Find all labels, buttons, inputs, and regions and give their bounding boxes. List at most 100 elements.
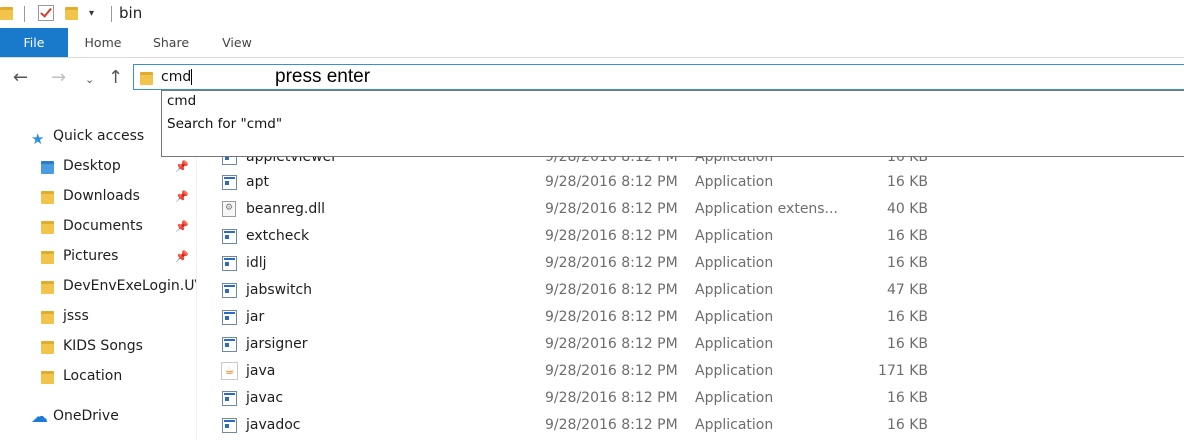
file-row[interactable]: jar 9/28/2016 8:12 PM Application 16 KB <box>218 305 1184 332</box>
pictures-folder-icon <box>41 251 54 264</box>
address-suggestions: cmd Search for "cmd" <box>161 90 1184 157</box>
application-icon <box>222 391 237 406</box>
file-size: 171 KB <box>878 363 928 379</box>
file-size: 16 KB <box>886 174 928 190</box>
nav-onedrive[interactable]: ☁ OneDrive <box>31 404 196 428</box>
new-folder-icon[interactable] <box>65 7 78 20</box>
documents-folder-icon <box>41 221 54 234</box>
application-icon <box>222 175 237 190</box>
application-icon <box>222 418 237 433</box>
file-row[interactable]: idlj 9/28/2016 8:12 PM Application 16 KB <box>218 251 1184 278</box>
pin-icon[interactable]: 📌 <box>175 190 189 203</box>
file-type: Application <box>695 282 774 298</box>
file-name: beanreg.dll <box>246 201 326 217</box>
nav-label: KIDS Songs <box>63 338 143 354</box>
file-date: 9/28/2016 8:12 PM <box>545 363 678 379</box>
pin-icon[interactable]: 📌 <box>175 220 189 233</box>
file-date: 9/28/2016 8:12 PM <box>545 309 678 325</box>
file-row[interactable]: beanreg.dll 9/28/2016 8:12 PM Applicatio… <box>218 197 1184 224</box>
file-type: Application <box>695 174 774 190</box>
pin-icon[interactable]: 📌 <box>175 250 189 263</box>
folder-icon <box>41 371 54 384</box>
nav-item-documents[interactable]: Documents <box>41 214 196 238</box>
file-date: 9/28/2016 8:12 PM <box>545 336 678 352</box>
file-size: 16 KB <box>886 309 928 325</box>
folder-icon <box>41 311 54 324</box>
file-size: 40 KB <box>886 201 928 217</box>
file-row[interactable]: jabswitch 9/28/2016 8:12 PM Application … <box>218 278 1184 305</box>
java-icon: ☕ <box>221 362 238 380</box>
title-bar: ▾ bin <box>0 0 1184 28</box>
file-date: 9/28/2016 8:12 PM <box>545 417 678 433</box>
file-row[interactable]: javadoc 9/28/2016 8:12 PM Application 16… <box>218 413 1184 440</box>
file-type: Application <box>695 336 774 352</box>
file-type: Application <box>695 417 774 433</box>
nav-item-pictures[interactable]: Pictures <box>41 244 196 268</box>
nav-label: Quick access <box>53 128 145 144</box>
desktop-icon <box>41 161 54 174</box>
file-row[interactable]: javac 9/28/2016 8:12 PM Application 16 K… <box>218 386 1184 413</box>
file-name: apt <box>246 174 269 190</box>
nav-item-location[interactable]: Location <box>41 364 196 388</box>
downloads-folder-icon <box>41 191 54 204</box>
file-type: Application <box>695 255 774 271</box>
text-caret <box>191 69 192 85</box>
tab-view[interactable]: View <box>214 28 260 57</box>
annotation-text: press enter <box>275 66 371 87</box>
file-date: 9/28/2016 8:12 PM <box>545 390 678 406</box>
nav-label: jsss <box>63 308 89 324</box>
star-icon: ★ <box>31 130 45 148</box>
file-row[interactable]: apt 9/28/2016 8:12 PM Application 16 KB <box>218 170 1184 197</box>
file-row[interactable]: jarsigner 9/28/2016 8:12 PM Application … <box>218 332 1184 359</box>
suggestion-item[interactable]: cmd <box>167 93 196 109</box>
nav-label: Location <box>63 368 123 384</box>
file-size: 16 KB <box>886 417 928 433</box>
file-name: jabswitch <box>246 282 313 298</box>
nav-item-kids-songs[interactable]: KIDS Songs <box>41 334 196 358</box>
back-arrow-icon[interactable]: ← <box>13 67 28 88</box>
file-date: 9/28/2016 8:12 PM <box>545 201 678 217</box>
application-icon <box>222 256 237 271</box>
file-type: Application <box>695 390 774 406</box>
tab-share[interactable]: Share <box>148 28 194 57</box>
nav-label: Documents <box>63 218 143 234</box>
file-name: extcheck <box>246 228 310 244</box>
divider <box>111 6 112 22</box>
file-row[interactable]: ☕ java 9/28/2016 8:12 PM Application 171… <box>218 359 1184 386</box>
file-type: Application <box>695 363 774 379</box>
file-size: 16 KB <box>886 390 928 406</box>
nav-item-downloads[interactable]: Downloads <box>41 184 196 208</box>
file-name: javadoc <box>246 417 301 433</box>
pin-icon[interactable]: 📌 <box>175 160 189 173</box>
nav-item-jsss[interactable]: jsss <box>41 304 196 328</box>
file-date: 9/28/2016 8:12 PM <box>545 228 678 244</box>
nav-item-devenvexelogin[interactable]: DevEnvExeLogin.UV <box>41 274 196 298</box>
folder-icon <box>41 341 54 354</box>
file-name: idlj <box>246 255 267 271</box>
application-icon <box>222 283 237 298</box>
address-input[interactable]: cmd <box>161 69 191 85</box>
nav-item-desktop[interactable]: Desktop <box>41 154 196 178</box>
file-name: jar <box>246 309 265 325</box>
properties-icon[interactable] <box>38 5 54 21</box>
up-arrow-icon[interactable]: ↑ <box>108 67 123 88</box>
nav-label: OneDrive <box>53 408 119 424</box>
application-icon <box>222 229 237 244</box>
application-icon <box>222 337 237 352</box>
file-size: 16 KB <box>886 255 928 271</box>
file-date: 9/28/2016 8:12 PM <box>545 255 678 271</box>
recent-locations-chevron-icon[interactable]: ⌄ <box>85 73 94 86</box>
file-row[interactable]: extcheck 9/28/2016 8:12 PM Application 1… <box>218 224 1184 251</box>
nav-label: Downloads <box>63 188 140 204</box>
divider <box>24 6 25 22</box>
tab-home[interactable]: Home <box>79 28 127 57</box>
file-date: 9/28/2016 8:12 PM <box>545 174 678 190</box>
file-name: javac <box>246 390 284 406</box>
tab-file[interactable]: File <box>0 28 68 57</box>
customize-quick-access-icon[interactable]: ▾ <box>89 8 94 19</box>
dll-icon <box>222 201 236 217</box>
file-date: 9/28/2016 8:12 PM <box>545 282 678 298</box>
suggestion-item[interactable]: Search for "cmd" <box>167 116 282 132</box>
file-type: Application <box>695 309 774 325</box>
forward-arrow-icon[interactable]: → <box>51 67 66 88</box>
